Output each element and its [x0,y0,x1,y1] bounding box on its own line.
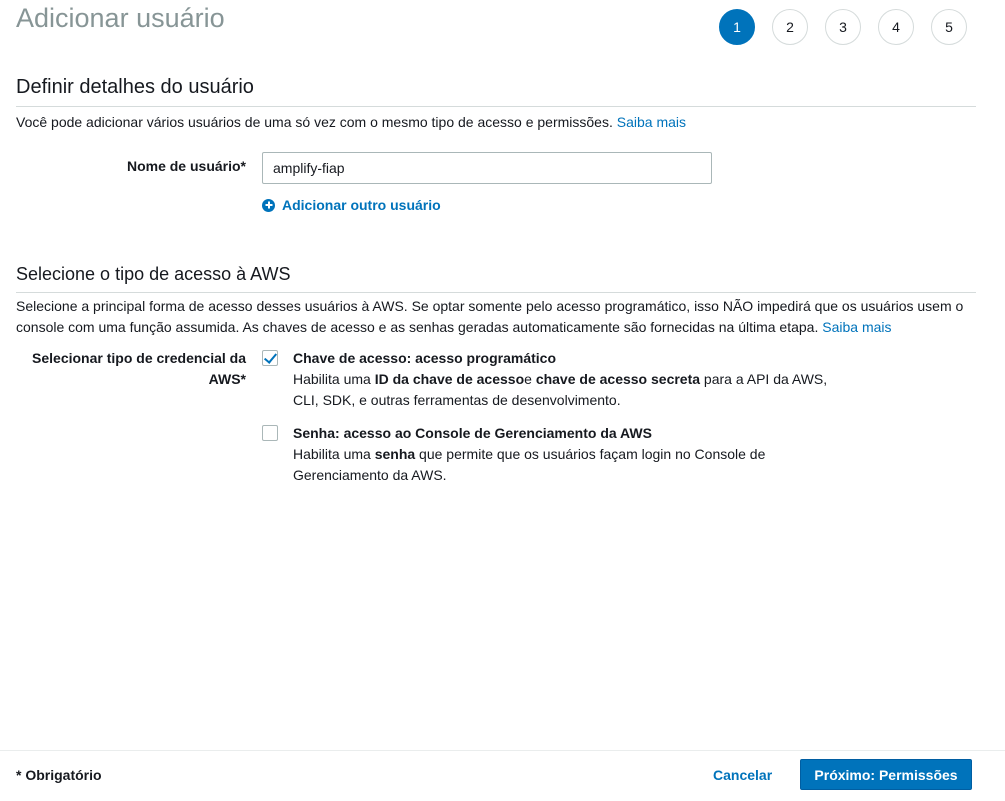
wizard-steps: 1 2 3 4 5 [719,9,967,45]
next-permissions-button[interactable]: Próximo: Permissões [800,759,972,790]
add-another-user-button[interactable]: Adicionar outro usuário [262,197,441,213]
option-text: e [524,371,536,387]
username-input[interactable] [262,152,712,184]
option-bold-text: senha [374,446,416,462]
programmatic-access-title: Chave de acesso: acesso programático [293,350,557,366]
console-access-checkbox[interactable] [262,425,278,441]
console-access-description: Habilita uma senha que permite que os us… [293,444,853,486]
programmatic-access-checkbox[interactable] [262,350,278,366]
required-note: * Obrigatório [16,767,102,783]
plus-circle-icon [262,198,275,212]
programmatic-access-description: Habilita uma ID da chave de acessoe chav… [293,369,853,411]
option-text: Habilita uma [293,371,375,387]
username-label: Nome de usuário* [126,158,246,174]
console-access-title: Senha: acesso ao Console de Gerenciament… [293,425,652,441]
step-3[interactable]: 3 [825,9,861,45]
details-description: Você pode adicionar vários usuários de u… [16,112,686,133]
programmatic-access-option: Chave de acesso: acesso programático Hab… [262,348,853,411]
learn-more-link[interactable]: Saiba mais [617,114,686,130]
section-divider [16,292,976,293]
section-divider [16,106,976,107]
step-5[interactable]: 5 [931,9,967,45]
footer-divider [0,750,1005,751]
cancel-button[interactable]: Cancelar [713,767,772,783]
add-another-user-label: Adicionar outro usuário [282,197,441,213]
step-4[interactable]: 4 [878,9,914,45]
option-bold-text: chave de acesso secreta [535,371,701,387]
console-access-option: Senha: acesso ao Console de Gerenciament… [262,423,853,486]
step-1[interactable]: 1 [719,9,755,45]
option-text: Habilita uma [293,446,375,462]
page-title: Adicionar usuário [16,3,225,33]
option-bold-text: ID da chave de acesso [374,371,525,387]
access-description: Selecione a principal forma de acesso de… [16,296,986,338]
details-description-text: Você pode adicionar vários usuários de u… [16,114,613,130]
details-heading: Definir detalhes do usuário [16,76,254,98]
step-2[interactable]: 2 [772,9,808,45]
access-type-heading: Selecione o tipo de acesso à AWS [16,264,291,284]
learn-more-link[interactable]: Saiba mais [822,319,891,335]
credential-type-label: Selecionar tipo de credencial da AWS* [32,350,246,387]
